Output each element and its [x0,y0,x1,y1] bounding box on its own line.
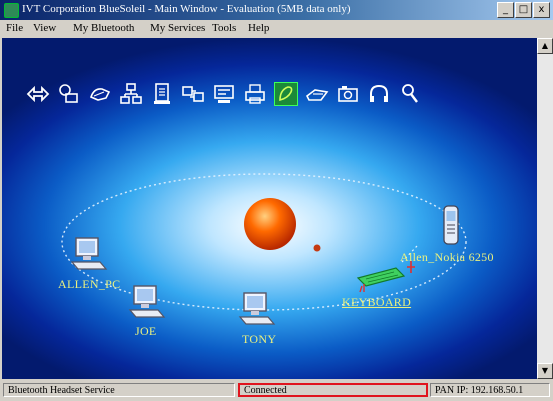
scroll-down-icon[interactable]: ▼ [537,363,553,379]
nokia-phone-icon[interactable] [438,204,464,248]
device-label-allen-pc[interactable]: ALLEN_PC [58,277,120,292]
device-label-joe[interactable]: JOE [135,324,157,339]
status-pan-ip: PAN IP: 192.168.50.1 [430,383,550,397]
window-title: IVT Corporation BlueSoleil - Main Window… [22,3,351,15]
maximize-button[interactable]: □ [515,2,532,18]
status-connection: Connected [238,383,428,397]
menu-my-bluetooth[interactable]: My Bluetooth [73,22,134,34]
joe-computer-icon[interactable] [128,284,168,322]
keyboard-device-icon[interactable] [356,264,406,294]
status-service: Bluetooth Headset Service [3,383,235,397]
device-label-tony[interactable]: TONY [242,332,276,347]
window-controls: _ □ x [497,2,550,18]
menu-help[interactable]: Help [248,22,269,34]
menu-file[interactable]: File [6,22,23,34]
allen-pc-computer-icon[interactable] [70,236,110,274]
menu-my-services[interactable]: My Services [150,22,205,34]
local-device-sun-icon[interactable] [242,196,298,252]
device-map-area[interactable]: ALLEN_PC JOE TONY KEYBOARD Allen_Nokia 6… [2,38,537,379]
device-label-keyboard[interactable]: KEYBOARD [342,295,411,310]
title-bar[interactable]: IVT Corporation BlueSoleil - Main Window… [0,0,553,20]
scroll-up-icon[interactable]: ▲ [537,38,553,54]
vertical-scrollbar[interactable]: ▲ ▼ [537,38,553,379]
orbit-marker-icon [313,244,321,252]
tony-computer-icon[interactable] [238,291,278,329]
status-bar: Bluetooth Headset Service Connected PAN … [0,380,553,401]
main-window: IVT Corporation BlueSoleil - Main Window… [0,0,553,401]
menu-tools[interactable]: Tools [212,22,236,34]
device-label-nokia[interactable]: Allen_Nokia 6250 [400,250,494,265]
menu-bar: File View My Bluetooth My Services Tools… [0,20,553,38]
bluesoleil-app-icon[interactable] [4,3,19,18]
menu-view[interactable]: View [33,22,56,34]
minimize-button[interactable]: _ [497,2,514,18]
close-button[interactable]: x [533,2,550,18]
